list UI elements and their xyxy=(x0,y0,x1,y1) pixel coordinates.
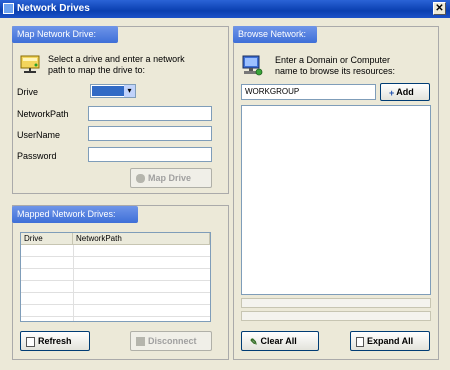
mapped-drives-table[interactable]: Drive NetworkPath xyxy=(20,232,211,322)
password-field[interactable] xyxy=(88,147,212,162)
password-label: Password xyxy=(17,151,57,161)
drive-select-value xyxy=(92,86,124,96)
chevron-down-icon[interactable]: ▾ xyxy=(124,85,135,97)
browse-instruction-line1: Enter a Domain or Computer xyxy=(275,55,391,65)
network-path-label: NetworkPath xyxy=(17,109,69,119)
plus-icon: + xyxy=(389,87,395,98)
map-drive-button-label: Map Drive xyxy=(148,173,192,183)
title-bar: Network Drives ✕ xyxy=(0,0,450,18)
refresh-button-label: Refresh xyxy=(38,336,72,346)
expand-all-button[interactable]: Expand All xyxy=(350,331,430,351)
network-tree-status-bar xyxy=(241,311,431,321)
username-label: UserName xyxy=(17,130,61,140)
map-drive-icon xyxy=(136,174,145,184)
table-row xyxy=(21,305,210,317)
disconnect-button-label: Disconnect xyxy=(148,336,197,346)
broom-icon: ✎ xyxy=(250,336,258,347)
refresh-icon xyxy=(26,336,35,347)
map-drive-button[interactable]: Map Drive xyxy=(130,168,212,188)
network-tree-scrollbar[interactable] xyxy=(241,298,431,308)
clear-all-button[interactable]: ✎ Clear All xyxy=(241,331,319,351)
expand-all-button-label: Expand All xyxy=(367,336,414,346)
browse-network-panel-title: Browse Network: xyxy=(233,26,317,43)
table-row xyxy=(21,281,210,293)
table-row xyxy=(21,257,210,269)
network-tree[interactable] xyxy=(241,105,431,295)
username-field[interactable] xyxy=(88,126,212,141)
disconnect-button[interactable]: Disconnect xyxy=(130,331,212,351)
drive-select[interactable]: ▾ xyxy=(90,84,136,98)
mapped-drives-panel-title: Mapped Network Drives: xyxy=(12,206,138,223)
window-title: Network Drives xyxy=(17,3,90,14)
table-row xyxy=(21,269,210,281)
table-row xyxy=(21,293,210,305)
column-divider xyxy=(73,245,74,321)
table-row xyxy=(21,245,210,257)
computer-network-icon xyxy=(240,53,264,77)
expand-tree-icon xyxy=(356,336,364,347)
refresh-button[interactable]: Refresh xyxy=(20,331,90,351)
domain-input[interactable]: WORKGROUP xyxy=(241,84,376,100)
drive-label: Drive xyxy=(17,87,39,97)
close-button[interactable]: ✕ xyxy=(433,2,446,15)
network-path-field[interactable] xyxy=(88,106,212,121)
network-drives-window: Network Drives ✕ Map Network Drive: Sele… xyxy=(0,0,450,370)
browse-instruction-line2: name to browse its resources: xyxy=(275,66,396,76)
add-button-label: Add xyxy=(396,87,414,97)
network-drive-icon xyxy=(19,52,43,74)
column-header-networkpath[interactable]: NetworkPath xyxy=(73,233,210,245)
add-button[interactable]: + Add xyxy=(380,83,430,101)
app-icon xyxy=(3,3,14,14)
disconnect-icon xyxy=(136,337,145,347)
map-instruction-line1: Select a drive and enter a network xyxy=(48,54,185,64)
clear-all-button-label: Clear All xyxy=(260,336,297,346)
map-drive-panel-title: Map Network Drive: xyxy=(12,26,118,43)
column-header-drive[interactable]: Drive xyxy=(21,233,73,245)
map-instruction-line2: path to map the drive to: xyxy=(48,65,146,75)
